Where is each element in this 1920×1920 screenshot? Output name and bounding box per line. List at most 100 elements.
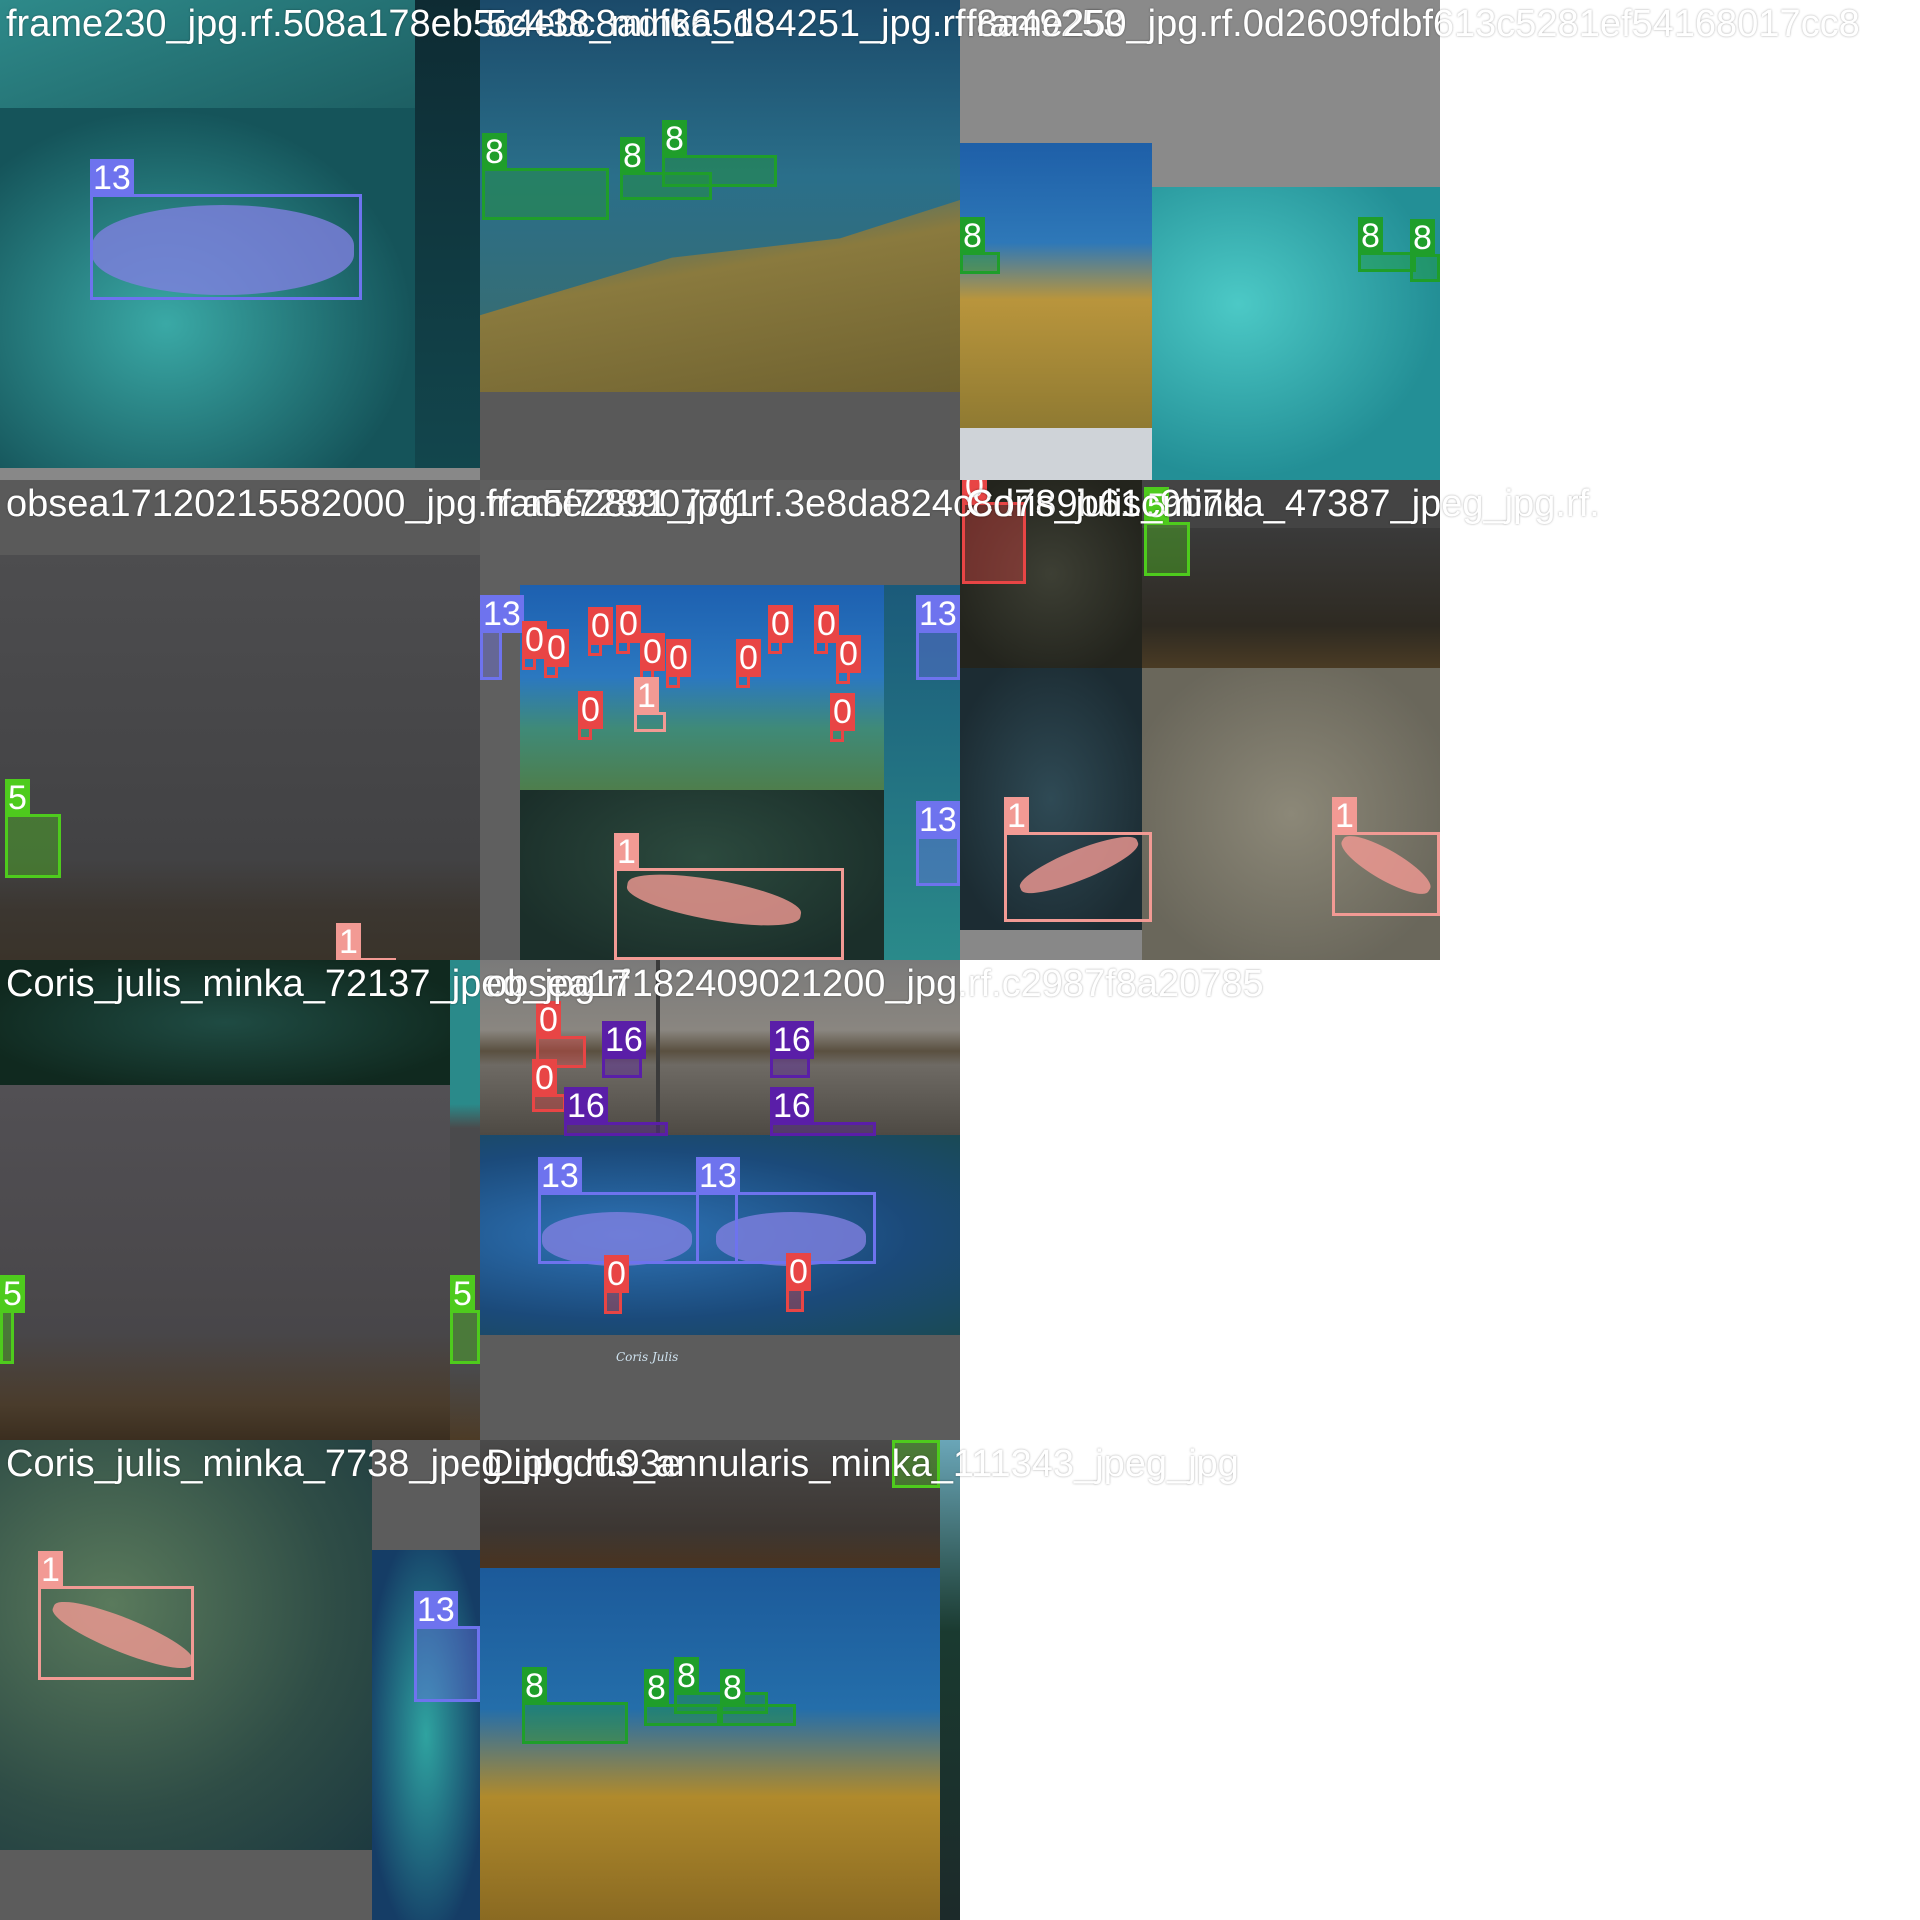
mosaic-tile-4: 13 13 13 0 0 0 0 0 0 0 0 0 0 0 0 1 1 [480,480,960,960]
detection-box: 13 [480,595,524,680]
mosaic-tile-0: 13 [0,0,480,480]
box-fill [1147,525,1187,573]
box-label: 1 [634,677,659,715]
box-label: 8 [620,137,645,175]
tile-6-main-water [0,1085,450,1440]
detection-box: 0 [666,639,691,688]
mosaic-tile-1: 8 8 8 [480,0,960,480]
detection-box: 8 [1410,219,1440,282]
box-label: 8 [1358,217,1383,255]
box-fill [485,171,606,217]
box-fill [453,1313,477,1361]
detection-box: 8 [960,217,1000,274]
box-label: 8 [960,217,985,255]
detection-box: 16 [564,1087,668,1136]
box-label: 0 [536,1001,561,1039]
box-label: 0 [830,693,855,731]
detection-box: 0 [836,635,861,684]
box-label: 0 [532,1059,557,1097]
box-label: 16 [602,1021,646,1059]
detection-box: 0 [616,605,641,654]
box-label: 13 [916,595,960,633]
mosaic-tile-7: 0 0 16 16 16 16 13 13 0 0 Coris Julis [480,960,960,1440]
box-label: 8 [674,1657,699,1695]
tile-9-right-strip [940,1440,960,1920]
box-label: 13 [480,595,524,633]
mosaic-tile-2: 8 8 8 [960,0,1440,480]
box-label: 1 [1332,797,1357,835]
detection-box: 0 [578,691,603,740]
box-label: 5 [0,1275,25,1313]
box-label: 8 [1410,219,1435,257]
box-label: 0 [736,639,761,677]
box-label: 8 [482,133,507,171]
mosaic-tile-8: 1 13 [0,1440,480,1920]
watermark: Coris Julis [616,1350,679,1364]
box-label: 0 [588,607,613,645]
detection-box: 1 [614,833,844,960]
detection-box: 16 [602,1021,646,1078]
box-label: 0 [836,635,861,673]
detection-box: 5 [450,1275,480,1364]
box-label: 13 [414,1591,458,1629]
box-fill [789,1291,801,1309]
detection-box: 1 [634,677,666,732]
detection-box: 8 [662,120,777,187]
box-label: 8 [522,1667,547,1705]
tile-9-main-scene [480,1568,940,1920]
detection-box: 8 [1358,217,1416,272]
detection-box: 0 [786,1253,811,1312]
tile-0-right-strip [415,0,480,468]
box-fill [567,1125,665,1133]
box-label: 1 [38,1551,63,1589]
detection-box: 1 [1332,797,1440,916]
tile-8-bottom-pad [0,1850,372,1920]
box-fill [535,1097,563,1109]
detection-box: 1 [336,923,396,960]
detection-box: 13 [90,159,362,300]
box-label: 1 [1004,797,1029,835]
detection-box: 0 [532,1059,566,1112]
detection-box: 16 [770,1087,876,1136]
detection-box: 0 [544,629,569,678]
box-fill [773,1059,807,1075]
box-label: 8 [720,1669,745,1707]
box-fill [665,158,774,184]
detection-box: 13 [916,595,960,680]
box-fill [919,633,957,677]
box-label: 13 [696,1157,740,1195]
tile-5-bottom-right [1142,668,1440,960]
mosaic-tile-9: 5 8 8 8 8 [480,1440,960,1920]
tile-title: Diplodus_annularis_minka_111343_jpeg_jpg [486,1443,1239,1485]
detection-box: 8 [522,1667,628,1744]
tile-0-bottom-pad [0,468,480,480]
box-label: 5 [450,1275,475,1313]
detection-box: 0 [768,605,793,654]
box-fill [1413,257,1437,279]
detection-box: 5 [1144,487,1190,576]
box-fill [607,1293,619,1311]
box-label: 0 [666,639,691,677]
detection-box: 8 [482,133,609,220]
box-label: 16 [770,1087,814,1125]
tile-1-bottom-pad [480,392,960,480]
detection-box: 13 [414,1591,480,1702]
box-label: 13 [916,801,960,839]
box-fill [525,1705,625,1741]
detection-box: 0 [814,605,839,654]
box-label: 0 [578,691,603,729]
detection-box: 0 [604,1255,629,1314]
detection-box: 0 [830,693,855,742]
mosaic-tile-6: 5 5 [0,960,480,1440]
box-label: 16 [564,1087,608,1125]
box-label: 16 [770,1021,814,1059]
detection-box: 5 [5,779,61,878]
box-label: 0 [604,1255,629,1293]
box-fill [919,839,957,883]
detection-box: 5 [0,1275,25,1364]
box-fill [723,1707,793,1723]
box-fill [3,1313,11,1361]
box-fill [417,1629,477,1699]
tile-2-bottom-left [960,428,1152,480]
tile-title: obsea17182409021200_jpg.rf.c2987f8a20785 [486,963,1264,1005]
